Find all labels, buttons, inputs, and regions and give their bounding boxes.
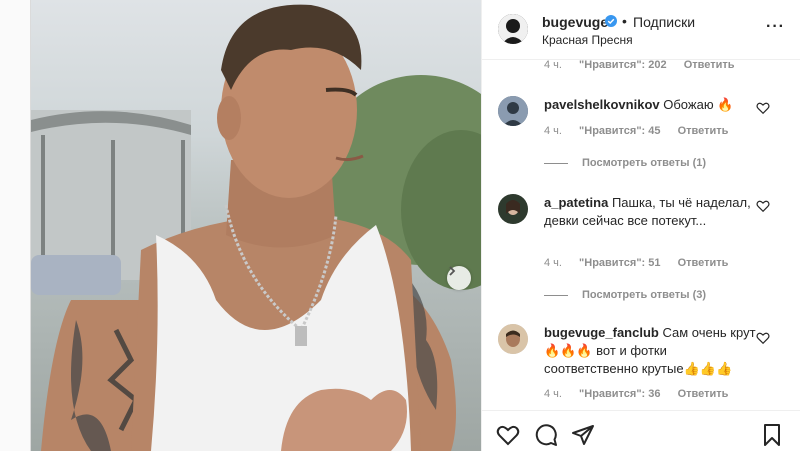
post-actions-bar bbox=[482, 410, 800, 451]
comment-text: bugevuge_fanclub Сам очень крут🔥🔥🔥 вот и… bbox=[544, 324, 758, 378]
heart-icon[interactable] bbox=[496, 423, 520, 447]
separator-dot: • bbox=[622, 13, 627, 29]
bookmark-icon[interactable] bbox=[760, 423, 784, 447]
replies-divider bbox=[544, 294, 568, 296]
author-avatar-image bbox=[498, 14, 528, 44]
chevron-right-icon bbox=[449, 266, 456, 276]
view-replies-button[interactable]: Посмотреть ответы (1) bbox=[544, 157, 706, 169]
post-location[interactable]: Красная Пресня bbox=[542, 33, 633, 47]
post-modal: bugevuge • Подписки Красная Пресня ··· 4… bbox=[30, 0, 800, 451]
view-replies-button[interactable]: Посмотреть ответы (3) bbox=[544, 289, 706, 301]
commenter-username[interactable]: bugevuge_fanclub bbox=[544, 325, 659, 340]
like-comment-icon[interactable] bbox=[756, 199, 770, 213]
author-avatar[interactable] bbox=[498, 14, 528, 44]
next-photo-button[interactable] bbox=[447, 266, 471, 290]
thumbs-up-emoji: 👍👍👍 bbox=[683, 361, 733, 376]
verified-badge-icon bbox=[605, 15, 617, 27]
side-panel: bugevuge • Подписки Красная Пресня ··· 4… bbox=[481, 0, 800, 451]
comments-list: 4 ч. "Нравится": 202 Ответить pavelshelk… bbox=[482, 60, 800, 410]
commenter-avatar-image bbox=[498, 194, 528, 224]
comment-meta: 4 ч. "Нравится": 202 Ответить bbox=[544, 60, 749, 71]
comment-meta: 4 ч. "Нравится": 45 Ответить bbox=[544, 125, 742, 137]
comment-body: Сам очень крут bbox=[662, 325, 756, 340]
comment-time: 4 ч. bbox=[544, 388, 562, 400]
comment-likes[interactable]: "Нравится": 45 bbox=[579, 125, 660, 137]
reply-button[interactable]: Ответить bbox=[684, 60, 735, 71]
like-comment-icon[interactable] bbox=[756, 331, 770, 345]
comment-time: 4 ч. bbox=[544, 60, 562, 71]
comment-meta: 4 ч. "Нравится": 36 Ответить bbox=[544, 388, 742, 400]
reply-button[interactable]: Ответить bbox=[678, 125, 729, 137]
comment-icon[interactable] bbox=[534, 423, 558, 447]
reply-button[interactable]: Ответить bbox=[678, 388, 729, 400]
comment-likes[interactable]: "Нравится": 51 bbox=[579, 257, 660, 269]
comment-likes[interactable]: "Нравится": 36 bbox=[579, 388, 660, 400]
commenter-username[interactable]: pavelshelkovnikov bbox=[544, 97, 660, 112]
commenter-avatar-image bbox=[498, 324, 528, 354]
post-header: bugevuge • Подписки Красная Пресня ··· bbox=[482, 0, 800, 60]
commenter-username[interactable]: a_patetina bbox=[544, 195, 608, 210]
reply-button[interactable]: Ответить bbox=[678, 257, 729, 269]
comment-time: 4 ч. bbox=[544, 125, 562, 137]
post-photo bbox=[31, 0, 481, 451]
commenter-avatar[interactable] bbox=[498, 194, 528, 224]
fire-emoji: 🔥 bbox=[717, 97, 734, 112]
comment-time: 4 ч. bbox=[544, 257, 562, 269]
more-options-icon[interactable]: ··· bbox=[766, 18, 785, 36]
author-username[interactable]: bugevuge bbox=[542, 14, 608, 30]
share-icon[interactable] bbox=[571, 423, 595, 447]
commenter-avatar[interactable] bbox=[498, 96, 528, 126]
fire-emoji: 🔥🔥🔥 bbox=[544, 343, 593, 358]
comment-text: a_patetina Пашка, ты чё наделал, девки с… bbox=[544, 194, 758, 230]
commenter-avatar-image bbox=[498, 96, 528, 126]
comment-likes[interactable]: "Нравится": 202 bbox=[579, 60, 667, 71]
replies-divider bbox=[544, 162, 568, 164]
photo-illustration bbox=[31, 4, 481, 451]
view-replies-label: Посмотреть ответы (3) bbox=[582, 289, 707, 301]
commenter-avatar[interactable] bbox=[498, 324, 528, 354]
like-comment-icon[interactable] bbox=[756, 101, 770, 115]
view-replies-label: Посмотреть ответы (1) bbox=[582, 157, 707, 169]
comment-body: Обожаю bbox=[663, 97, 714, 112]
comment-meta: 4 ч. "Нравится": 51 Ответить bbox=[544, 257, 742, 269]
follow-button[interactable]: Подписки bbox=[633, 14, 695, 30]
page: bugevuge • Подписки Красная Пресня ··· 4… bbox=[0, 0, 800, 451]
comment-text: pavelshelkovnikov Обожаю 🔥 bbox=[544, 96, 758, 114]
